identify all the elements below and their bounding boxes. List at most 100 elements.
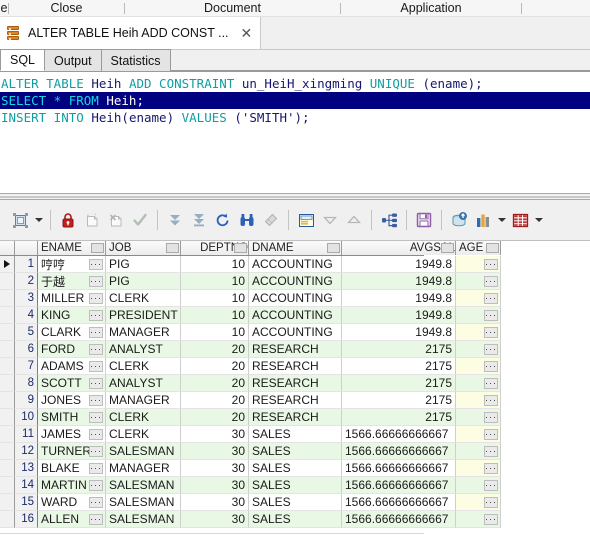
cell-age[interactable]: ··· — [456, 273, 501, 290]
post-changes-icon[interactable] — [128, 208, 152, 232]
cell-job[interactable]: SALESMAN — [106, 477, 181, 494]
cell-age[interactable]: ··· — [456, 290, 501, 307]
menu-item-partial[interactable]: e — [0, 0, 8, 17]
cell-editor-ellipsis-icon[interactable]: ··· — [89, 514, 103, 525]
tab-statistics[interactable]: Statistics — [100, 49, 171, 71]
cell-avgsal[interactable]: 1566.66666666667 — [342, 494, 456, 511]
cell-avgsal[interactable]: 2175 — [342, 375, 456, 392]
cell-age[interactable]: ··· — [456, 324, 501, 341]
cell-age[interactable]: ··· — [456, 392, 501, 409]
cell-avgsal[interactable]: 1566.66666666667 — [342, 426, 456, 443]
cell-age[interactable]: ··· — [456, 256, 501, 273]
cell-ename[interactable]: 哼哼 ··· — [38, 256, 106, 273]
cell-editor-ellipsis-icon[interactable]: ··· — [484, 463, 498, 474]
cell-dname[interactable]: SALES — [249, 511, 342, 528]
cell-dname[interactable]: RESEARCH — [249, 341, 342, 358]
cell-editor-ellipsis-icon[interactable]: ··· — [89, 480, 103, 491]
cell-job[interactable]: CLERK — [106, 290, 181, 307]
cell-editor-ellipsis-icon[interactable]: ··· — [484, 497, 498, 508]
cell-avgsal[interactable]: 1949.8 — [342, 273, 456, 290]
cell-editor-ellipsis-icon[interactable]: ··· — [484, 327, 498, 338]
cell-editor-ellipsis-icon[interactable]: ··· — [89, 395, 103, 406]
cell-avgsal[interactable]: 1566.66666666667 — [342, 477, 456, 494]
cell-ename[interactable]: JONES ··· — [38, 392, 106, 409]
row-indicator[interactable] — [0, 290, 15, 307]
cell-avgsal[interactable]: 1949.8 — [342, 324, 456, 341]
cell-age[interactable]: ··· — [456, 358, 501, 375]
dropdown-caret-icon[interactable] — [532, 208, 545, 232]
cell-ename[interactable]: WARD ··· — [38, 494, 106, 511]
cell-deptno[interactable]: 30 — [181, 443, 249, 460]
menu-item-application[interactable]: Application — [341, 0, 521, 17]
column-resize-handle[interactable] — [441, 243, 454, 253]
column-resize-handle[interactable] — [327, 243, 340, 253]
cell-editor-ellipsis-icon[interactable]: ··· — [484, 412, 498, 423]
fetch-next-page-icon[interactable] — [163, 208, 187, 232]
grid-export-icon[interactable] — [508, 208, 532, 232]
cell-dname[interactable]: SALES — [249, 460, 342, 477]
column-resize-handle[interactable] — [234, 243, 247, 253]
cell-ename[interactable]: KING ··· — [38, 307, 106, 324]
cell-ename[interactable]: SMITH ··· — [38, 409, 106, 426]
cell-job[interactable]: PRESIDENT — [106, 307, 181, 324]
cell-editor-ellipsis-icon[interactable]: ··· — [484, 293, 498, 304]
cell-deptno[interactable]: 10 — [181, 307, 249, 324]
cell-ename[interactable]: TURNER ··· — [38, 443, 106, 460]
sql-line-2[interactable]: SELECT * FROM Heih; — [0, 92, 590, 109]
single-record-view-icon[interactable] — [8, 208, 32, 232]
cell-deptno[interactable]: 10 — [181, 324, 249, 341]
sort-ascending-icon[interactable] — [342, 208, 366, 232]
cell-editor-ellipsis-icon[interactable]: ··· — [89, 497, 103, 508]
cell-editor-ellipsis-icon[interactable]: ··· — [89, 259, 103, 270]
cell-editor-ellipsis-icon[interactable]: ··· — [89, 276, 103, 287]
cell-dname[interactable]: SALES — [249, 477, 342, 494]
row-indicator[interactable] — [0, 341, 15, 358]
cell-job[interactable]: MANAGER — [106, 324, 181, 341]
dropdown-caret-icon[interactable] — [495, 208, 508, 232]
row-indicator[interactable] — [0, 273, 15, 290]
cell-avgsal[interactable]: 1949.8 — [342, 290, 456, 307]
cell-dname[interactable]: ACCOUNTING — [249, 273, 342, 290]
cell-editor-ellipsis-icon[interactable]: ··· — [484, 310, 498, 321]
chart-icon[interactable] — [471, 208, 495, 232]
cell-editor-ellipsis-icon[interactable]: ··· — [89, 344, 103, 355]
sql-line-1[interactable]: ALTER TABLE Heih ADD CONSTRAINT un_HeiH_… — [0, 75, 590, 92]
sort-descending-icon[interactable] — [318, 208, 342, 232]
row-indicator[interactable] — [0, 375, 15, 392]
cell-avgsal[interactable]: 1566.66666666667 — [342, 443, 456, 460]
cell-job[interactable]: MANAGER — [106, 460, 181, 477]
cell-age[interactable]: ··· — [456, 341, 501, 358]
cell-editor-ellipsis-icon[interactable]: ··· — [89, 463, 103, 474]
cell-editor-ellipsis-icon[interactable]: ··· — [484, 429, 498, 440]
cell-dname[interactable]: ACCOUNTING — [249, 256, 342, 273]
cell-deptno[interactable]: 20 — [181, 409, 249, 426]
cell-editor-ellipsis-icon[interactable]: ··· — [484, 276, 498, 287]
cell-age[interactable]: ··· — [456, 511, 501, 528]
grid-column-header-age[interactable]: AGE — [456, 241, 501, 255]
cell-editor-ellipsis-icon[interactable]: ··· — [89, 429, 103, 440]
cell-editor-ellipsis-icon[interactable]: ··· — [89, 361, 103, 372]
row-indicator[interactable] — [0, 426, 15, 443]
cell-editor-ellipsis-icon[interactable]: ··· — [89, 446, 103, 457]
cell-ename[interactable]: FORD ··· — [38, 341, 106, 358]
cell-editor-ellipsis-icon[interactable]: ··· — [89, 378, 103, 389]
cell-job[interactable]: SALESMAN — [106, 443, 181, 460]
cell-age[interactable]: ··· — [456, 426, 501, 443]
cell-ename[interactable]: CLARK ··· — [38, 324, 106, 341]
row-indicator[interactable] — [0, 256, 15, 273]
cell-dname[interactable]: SALES — [249, 443, 342, 460]
cell-deptno[interactable]: 20 — [181, 358, 249, 375]
grid-column-header-deptno[interactable]: DEPTNO — [181, 241, 249, 255]
cell-age[interactable]: ··· — [456, 443, 501, 460]
cell-age[interactable]: ··· — [456, 494, 501, 511]
result-grid[interactable]: ENAME JOB DEPTNO DNAME AVGSAL AGE 1 哼哼 ··· PIG 10… — [0, 241, 590, 537]
cell-editor-ellipsis-icon[interactable]: ··· — [484, 378, 498, 389]
cell-job[interactable]: CLERK — [106, 409, 181, 426]
row-indicator[interactable] — [0, 477, 15, 494]
cell-editor-ellipsis-icon[interactable]: ··· — [484, 344, 498, 355]
cell-editor-ellipsis-icon[interactable]: ··· — [484, 361, 498, 372]
cell-editor-ellipsis-icon[interactable]: ··· — [484, 446, 498, 457]
cell-avgsal[interactable]: 1949.8 — [342, 256, 456, 273]
cell-deptno[interactable]: 10 — [181, 273, 249, 290]
cell-dname[interactable]: SALES — [249, 426, 342, 443]
